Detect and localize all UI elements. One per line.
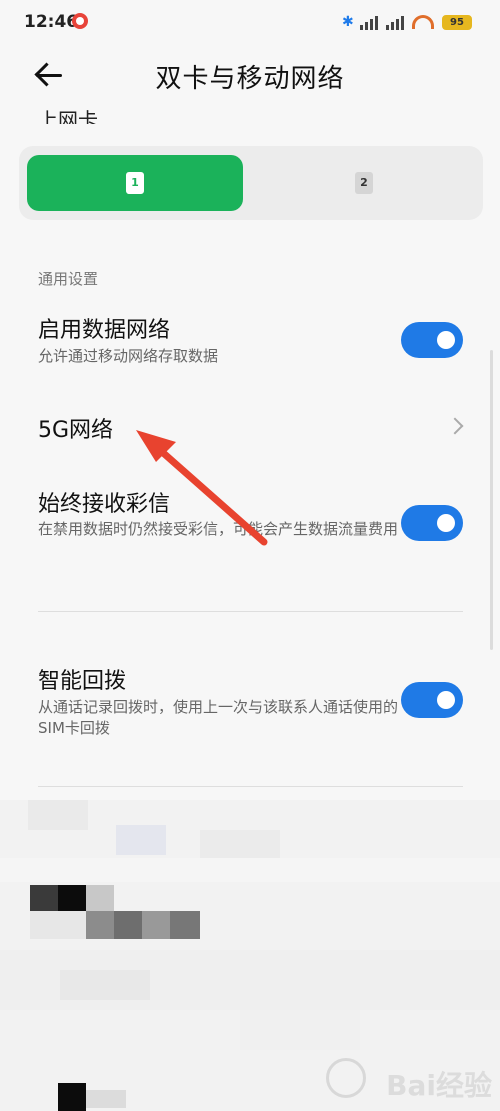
watermark: Bai经验 [322,1056,492,1106]
watermark-text: Bai经验 [386,1069,492,1102]
